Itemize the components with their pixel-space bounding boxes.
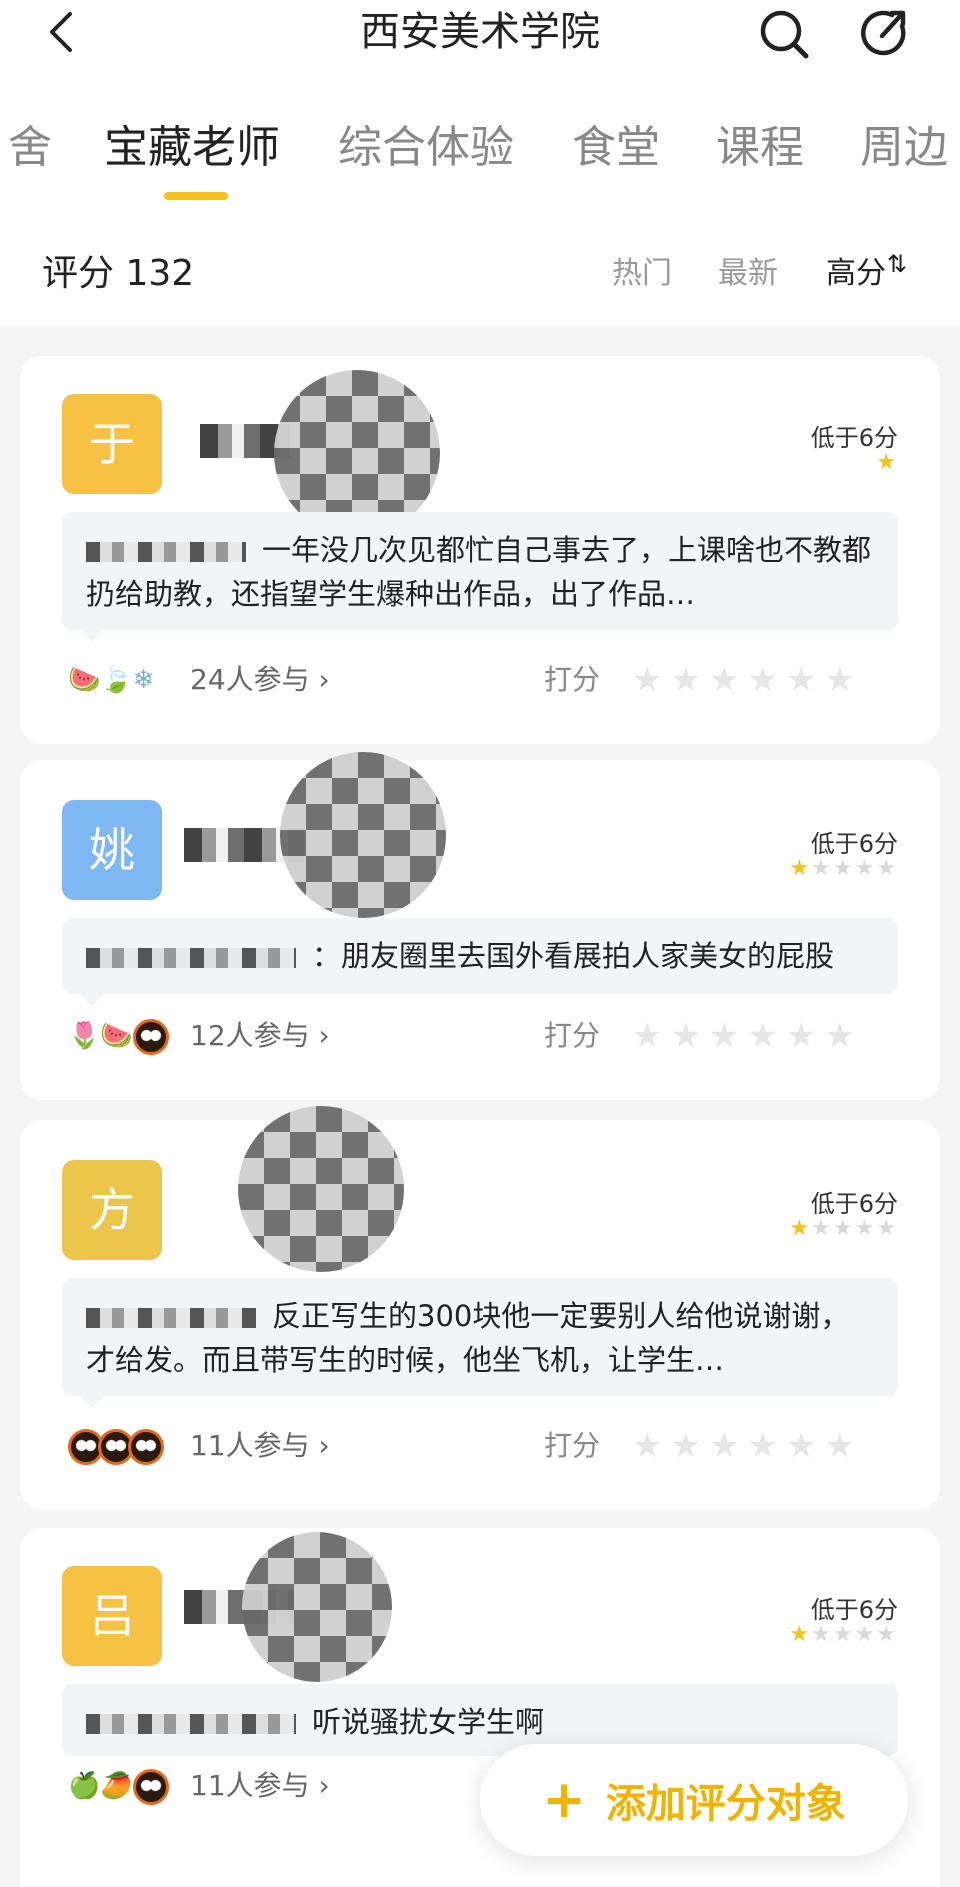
watermelon-icon: 🍉: [100, 1021, 133, 1051]
reaction-emojis: [68, 1426, 164, 1466]
comment-text: 听说骚扰女学生啊: [312, 1705, 545, 1739]
plus-icon: +: [542, 1770, 586, 1830]
comment-tail: [80, 1396, 104, 1408]
rate-stars[interactable]: ★★★★★★: [632, 1426, 863, 1466]
avatar: 姚: [62, 800, 162, 900]
sort-hot[interactable]: 热门: [612, 248, 672, 292]
comment-box[interactable]: 一年没几次见都忙自己事去了，上课啥也不教都扔给助教，还指望学生爆种出作品，出了作…: [62, 512, 898, 630]
blurred-photo: [242, 1532, 392, 1682]
score-text: 低于6分: [810, 1596, 898, 1624]
search-icon[interactable]: [756, 6, 812, 62]
sort-latest[interactable]: 最新: [718, 248, 778, 292]
star-rating: ★★★★★: [789, 1622, 898, 1647]
blurred-photo: [280, 752, 446, 918]
participants-link[interactable]: 11人参与 ›: [190, 1426, 330, 1466]
reaction-emojis: 🍉🍃❄: [68, 660, 155, 700]
sort-order-icon[interactable]: ⇅: [887, 250, 907, 278]
tab-overall-experience[interactable]: 综合体验: [338, 120, 514, 176]
tulip-icon: 🌷: [68, 1021, 101, 1051]
reaction-emojis: 🍏🥭: [68, 1766, 169, 1806]
apple-icon: 🍏: [68, 1771, 101, 1801]
participants-link[interactable]: 11人参与 ›: [190, 1766, 330, 1806]
score-text: 低于6分: [810, 830, 898, 858]
rate-label: 打分: [544, 1429, 601, 1462]
comment-tail: [80, 994, 104, 1006]
score-text: 低于6分: [810, 424, 898, 452]
tab-canteen[interactable]: 食堂: [572, 120, 660, 176]
filter-bar: 评分 132 热门 最新 高分: [0, 200, 960, 326]
star-rating: ★★★★★: [789, 856, 898, 881]
tab-courses[interactable]: 课程: [716, 120, 804, 176]
face-icon: [132, 1018, 169, 1055]
face-icon: [132, 1768, 169, 1805]
teacher-card[interactable]: 姚 低于6分 ★★★★★ ：朋友圈里去国外看展拍人家美女的屁股 🌷🍉 12人参与…: [20, 752, 940, 1100]
add-button-label: 添加评分对象: [605, 1781, 846, 1827]
blurred-commenter: [86, 1308, 256, 1328]
star-rating: ★★★★★: [789, 1216, 898, 1241]
tab-dorm[interactable]: 舍: [8, 120, 52, 176]
blurred-commenter: [86, 542, 246, 562]
comment-text: ：朋友圈里去国外看展拍人家美女的屁股: [312, 939, 835, 973]
rate-stars[interactable]: ★★★★★★: [632, 1016, 863, 1056]
snowflake-icon: ❄: [132, 665, 155, 695]
score-text: 低于6分: [810, 1190, 898, 1218]
rate-stars[interactable]: ★★★★★★: [632, 660, 863, 700]
tab-surroundings[interactable]: 周边: [860, 120, 948, 176]
comment-box[interactable]: ：朋友圈里去国外看展拍人家美女的屁股: [62, 918, 898, 994]
page-title: 西安美术学院: [360, 9, 600, 55]
blurred-commenter: [86, 948, 296, 968]
teacher-card[interactable]: 于 低于6分 ★ 一年没几次见都忙自己事去了，上课啥也不教都扔给助教，还指望学生…: [20, 356, 940, 744]
watermelon-icon: 🍉: [68, 665, 101, 695]
teacher-card[interactable]: 方 低于6分 ★★★★★ 反正写生的300块他一定要别人给他说谢谢，才给发。而且…: [20, 1106, 940, 1510]
face-icon: [128, 1428, 164, 1465]
add-rating-target-button[interactable]: + 添加评分对象: [480, 1744, 908, 1856]
reaction-emojis: 🌷🍉: [68, 1016, 169, 1056]
participants-link[interactable]: 24人参与 ›: [190, 660, 330, 700]
category-tabs: 舍 宝藏老师 综合体验 食堂 课程 周边: [0, 80, 960, 200]
star-rating: ★: [876, 450, 898, 475]
blurred-commenter: [86, 1714, 296, 1734]
blurred-photo: [238, 1106, 404, 1272]
avatar: 于: [62, 394, 162, 494]
share-icon[interactable]: [858, 6, 914, 62]
rate-label: 打分: [544, 1019, 601, 1052]
top-bar: 西安美术学院: [0, 0, 960, 80]
tab-treasure-teachers[interactable]: 宝藏老师: [104, 120, 280, 176]
participants-link[interactable]: 12人参与 ›: [190, 1016, 330, 1056]
avatar: 方: [62, 1160, 162, 1260]
comment-box[interactable]: 反正写生的300块他一定要别人给他说谢谢，才给发。而且带写生的时候，他坐飞机，让…: [62, 1278, 898, 1396]
leaf-icon: 🍃: [100, 665, 133, 695]
active-tab-indicator: [164, 192, 228, 200]
avatar: 吕: [62, 1566, 162, 1666]
sort-high-score[interactable]: 高分: [826, 248, 886, 292]
rate-label: 打分: [544, 663, 601, 696]
comment-tail: [80, 630, 104, 642]
rating-count: 评分 132: [42, 253, 195, 294]
mango-icon: 🥭: [100, 1771, 133, 1801]
